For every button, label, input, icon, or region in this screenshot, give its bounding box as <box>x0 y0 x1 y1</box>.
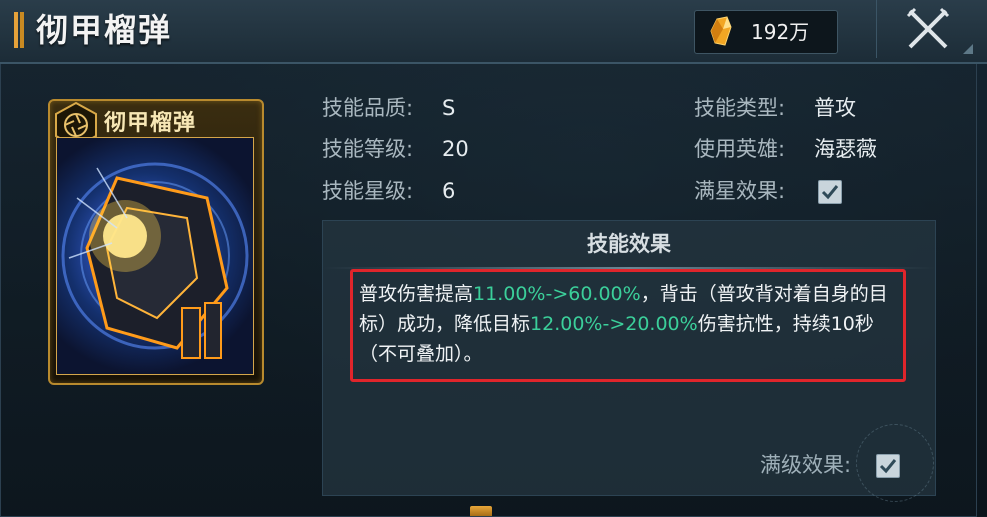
full-level-label: 满级效果: <box>760 453 852 477</box>
grenade-art-icon <box>61 162 249 359</box>
star-value: 6 <box>442 179 456 203</box>
currency-display: 192万 <box>694 10 838 54</box>
quality-value: S <box>442 96 456 120</box>
type-label: 技能类型: <box>694 96 786 120</box>
skill-card: 彻甲榴弹 <box>48 99 264 385</box>
level-label: 技能等级: <box>322 137 414 161</box>
scroll-hint-icon <box>470 506 492 516</box>
level-value: 20 <box>442 137 469 161</box>
hero-label: 使用英雄: <box>694 137 786 161</box>
page-title: 彻甲榴弹 <box>36 11 173 49</box>
currency-amount: 192万 <box>751 20 810 44</box>
close-icon <box>906 7 950 49</box>
effect-title: 技能效果 <box>587 232 671 256</box>
title-accent <box>14 12 26 48</box>
full-level-checkbox[interactable] <box>876 454 900 478</box>
card-title: 彻甲榴弹 <box>104 110 197 136</box>
checkmark-icon <box>879 459 897 474</box>
annotation-highlight-box <box>350 269 906 382</box>
quality-label: 技能品质: <box>322 96 414 120</box>
corner-decoration <box>963 44 973 54</box>
fullstar-checkbox[interactable] <box>818 180 842 204</box>
type-value: 普攻 <box>814 96 856 120</box>
fullstar-label: 满星效果: <box>694 179 786 203</box>
header-bar: 彻甲榴弹 192万 <box>0 0 987 64</box>
skill-art <box>56 137 254 375</box>
hero-value: 海瑟薇 <box>814 137 877 161</box>
crystal-icon <box>710 16 732 46</box>
checkmark-icon <box>821 185 839 200</box>
star-label: 技能星级: <box>322 179 414 203</box>
close-button[interactable] <box>876 0 977 58</box>
